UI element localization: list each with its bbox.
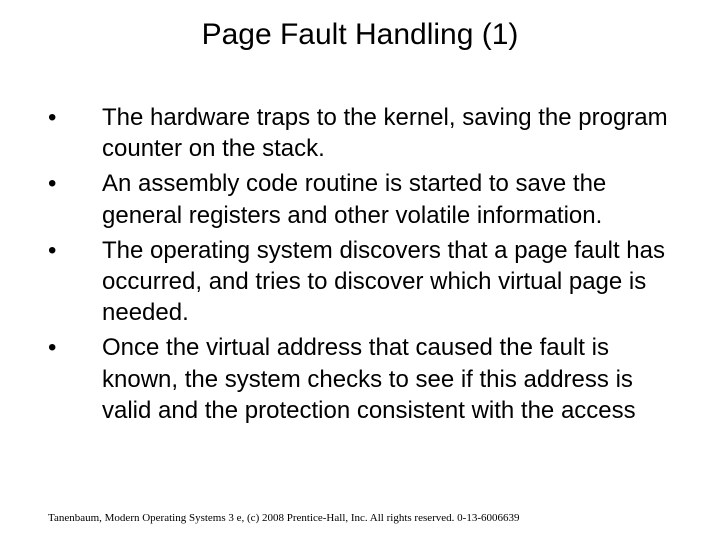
bullet-icon: • xyxy=(48,102,102,133)
bullet-text: An assembly code routine is started to s… xyxy=(102,168,672,230)
footer-citation: Tanenbaum, Modern Operating Systems 3 e,… xyxy=(48,512,520,524)
bullet-icon: • xyxy=(48,235,102,266)
bullet-text: The hardware traps to the kernel, saving… xyxy=(102,102,672,164)
list-item: • The operating system discovers that a … xyxy=(48,235,672,329)
slide-content: • The hardware traps to the kernel, savi… xyxy=(0,62,720,426)
slide: Page Fault Handling (1) • The hardware t… xyxy=(0,0,720,540)
bullet-text: Once the virtual address that caused the… xyxy=(102,332,672,426)
bullet-text: The operating system discovers that a pa… xyxy=(102,235,672,329)
list-item: • Once the virtual address that caused t… xyxy=(48,332,672,426)
bullet-icon: • xyxy=(48,168,102,199)
list-item: • The hardware traps to the kernel, savi… xyxy=(48,102,672,164)
list-item: • An assembly code routine is started to… xyxy=(48,168,672,230)
bullet-icon: • xyxy=(48,332,102,363)
slide-title: Page Fault Handling (1) xyxy=(0,0,720,62)
